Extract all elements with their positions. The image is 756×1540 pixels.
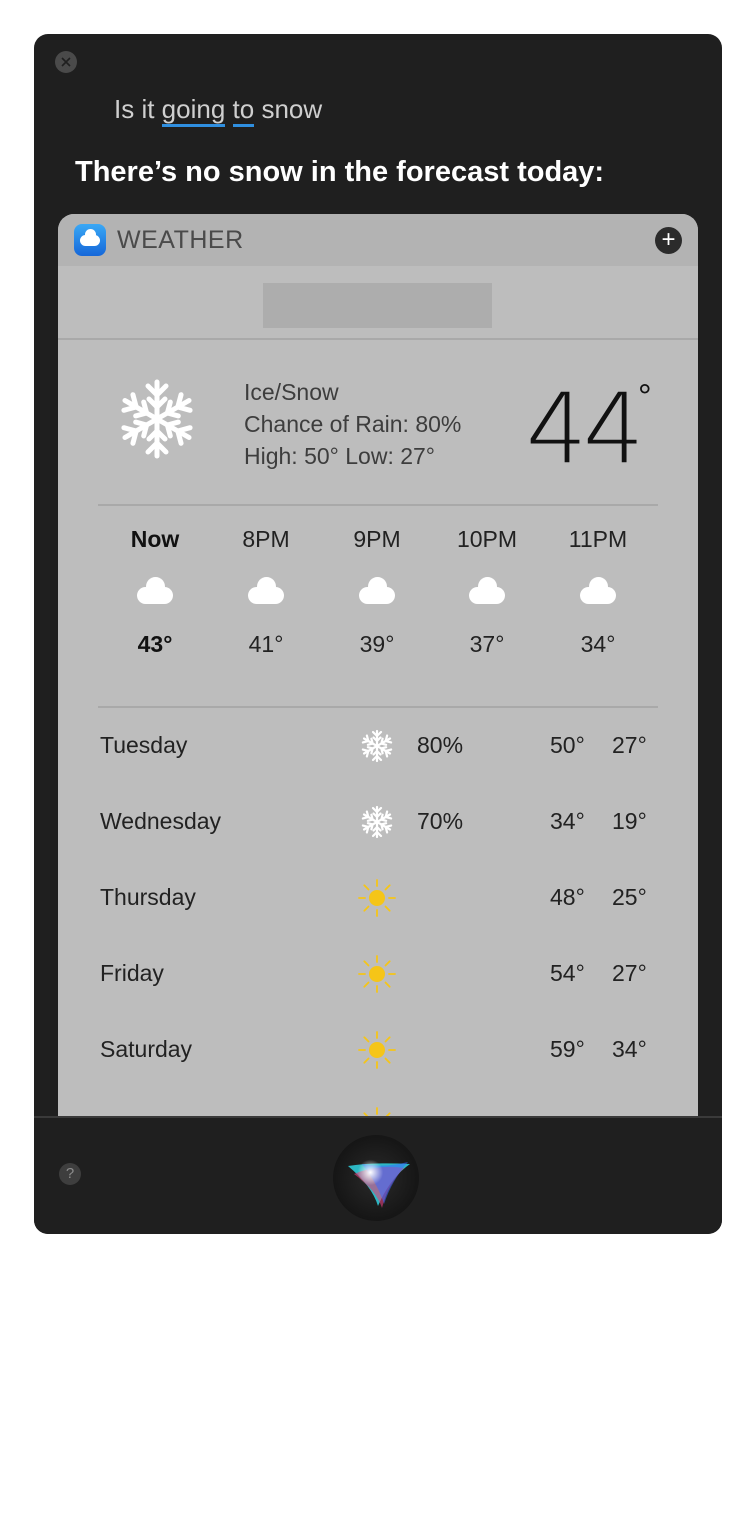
daily-row[interactable]: Thursday 48° 25° xyxy=(58,878,698,918)
current-conditions: Ice/Snow Chance of Rain: 80% High: 50° L… xyxy=(244,376,461,472)
day-name: Tuesday xyxy=(100,732,188,758)
cloud-icon xyxy=(246,577,286,609)
hour-label: 11PM xyxy=(568,526,628,552)
precip-chance: 70% xyxy=(417,808,464,834)
siri-icon[interactable] xyxy=(332,1134,420,1222)
sun-icon xyxy=(358,955,396,993)
daily-row[interactable]: Wednesday 70% 34° 19° xyxy=(58,802,698,842)
low-temp: 27° xyxy=(612,732,647,758)
high-temp: 48° xyxy=(550,884,585,910)
divider xyxy=(98,706,658,708)
card-header: WEATHER + xyxy=(58,214,698,266)
high-temp: 50° xyxy=(550,732,585,758)
snowflake-icon xyxy=(357,726,397,766)
daily-row[interactable]: Friday 54° 27° xyxy=(58,954,698,994)
high-low: High: 50° Low: 27° xyxy=(244,443,436,469)
daily-row[interactable]: Tuesday 80% 50° 27° xyxy=(58,726,698,766)
hour-label: Now xyxy=(130,526,180,552)
low-temp: 25° xyxy=(612,884,647,910)
day-name: Saturday xyxy=(100,1036,193,1062)
query-text: Is it xyxy=(114,94,162,124)
siri-window: Is it going to snow There’s no snow in t… xyxy=(34,34,722,1234)
sun-icon xyxy=(358,879,396,917)
degree-symbol: ° xyxy=(638,378,652,416)
cloud-icon xyxy=(135,577,175,609)
high-temp: 34° xyxy=(550,808,585,834)
high-temp: 54° xyxy=(550,960,585,986)
hour-temp: 37° xyxy=(469,631,505,657)
precip-chance: 80% xyxy=(417,732,464,758)
siri-answer: There’s no snow in the forecast today: xyxy=(75,156,605,188)
high-temp: 59° xyxy=(550,1036,585,1062)
close-icon xyxy=(61,57,71,67)
day-name: Friday xyxy=(100,960,164,986)
low-temp: 19° xyxy=(612,808,647,834)
chance-of-rain: Chance of Rain: 80% xyxy=(244,411,462,437)
hour-temp: 34° xyxy=(580,631,616,657)
divider xyxy=(58,338,698,340)
hour-column: 8PM 41° xyxy=(211,526,321,658)
siri-query[interactable]: Is it going to snow xyxy=(114,94,323,127)
cloud-icon xyxy=(578,577,618,609)
help-button[interactable]: ? xyxy=(59,1163,81,1185)
weather-app-icon xyxy=(74,224,106,256)
divider xyxy=(98,504,658,506)
add-widget-button[interactable]: + xyxy=(655,227,682,254)
low-temp: 27° xyxy=(612,960,647,986)
weather-card[interactable]: WEATHER + Ice/Snow Chance of Rain: 80% H… xyxy=(58,214,698,1174)
hour-column: Now 43° xyxy=(100,526,210,658)
snowflake-icon xyxy=(120,379,194,460)
cloud-icon xyxy=(357,577,397,609)
hour-label: 9PM xyxy=(353,526,401,552)
daily-row[interactable]: Saturday 59° 34° xyxy=(58,1030,698,1070)
hour-temp: 39° xyxy=(359,631,395,657)
location-placeholder xyxy=(263,283,492,328)
day-name: Wednesday xyxy=(100,808,222,834)
cloud-icon xyxy=(467,577,507,609)
hour-label: 8PM xyxy=(242,526,290,552)
snowflake-icon xyxy=(357,802,397,842)
current-temperature: 44 xyxy=(526,373,644,485)
query-text: snow xyxy=(254,94,323,124)
hour-column: 11PM 34° xyxy=(543,526,653,658)
low-temp: 34° xyxy=(612,1036,647,1062)
hour-temp: 41° xyxy=(248,631,284,657)
hour-temp: 43° xyxy=(137,631,173,657)
close-button[interactable] xyxy=(55,51,77,73)
siri-footer: ? xyxy=(34,1116,722,1234)
hour-column: 10PM 37° xyxy=(432,526,542,658)
day-name: Thursday xyxy=(100,884,196,910)
hour-column: 9PM 39° xyxy=(322,526,432,658)
hour-label: 10PM xyxy=(456,526,518,552)
query-text-underlined[interactable]: to xyxy=(232,94,255,127)
app-name: WEATHER xyxy=(117,226,244,254)
sun-icon xyxy=(358,1031,396,1069)
condition-label: Ice/Snow xyxy=(244,379,339,405)
query-text-underlined[interactable]: going xyxy=(161,94,226,127)
query-text xyxy=(225,94,232,124)
